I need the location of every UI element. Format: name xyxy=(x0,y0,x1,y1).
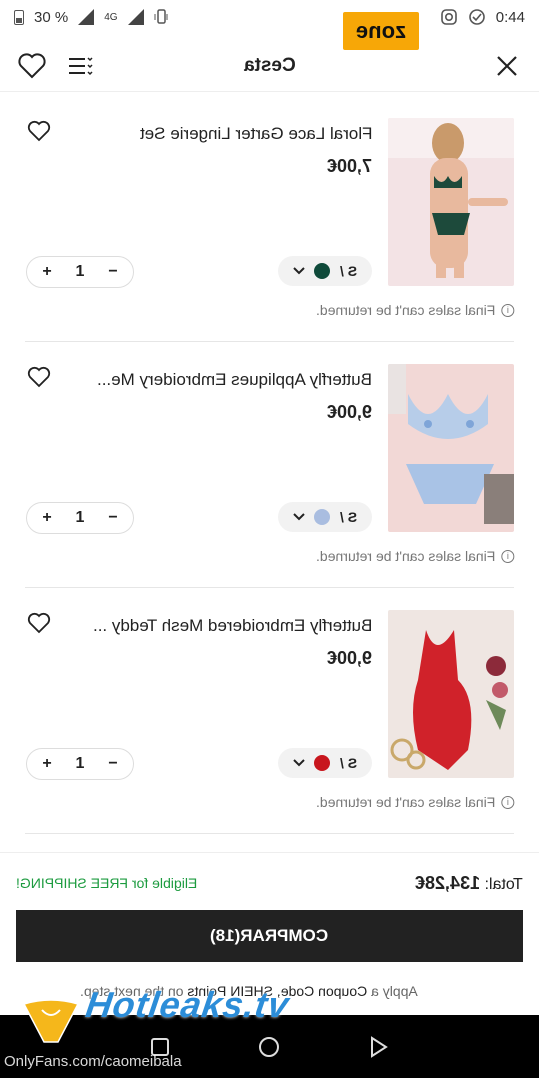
heart-icon[interactable] xyxy=(27,612,51,636)
final-sale-note: i Final sales can't be returned. xyxy=(316,548,514,564)
quantity-stepper[interactable]: + 1 − xyxy=(26,748,134,780)
color-swatch xyxy=(314,509,331,525)
minus-icon[interactable]: − xyxy=(101,755,125,773)
clock-time: 0:44 xyxy=(495,8,525,26)
final-sale-text: Final sales can't be returned. xyxy=(315,548,495,564)
quantity-stepper[interactable]: + 1 − xyxy=(26,502,134,534)
product-image[interactable] xyxy=(388,364,514,532)
home-icon[interactable] xyxy=(257,1035,281,1059)
plus-icon[interactable]: + xyxy=(35,755,59,773)
checkout-label: COMPRAR(18) xyxy=(210,926,329,945)
back-icon[interactable] xyxy=(366,1035,390,1059)
order-total: Total: 134,28€ xyxy=(415,873,523,894)
status-bar: 30 % 4G 0:44 xyxy=(0,0,539,34)
free-shipping-text: Eligible for FREE SHIPPING! xyxy=(16,875,198,891)
product-name[interactable]: Floral Lace Garter Lingerie Set xyxy=(140,124,372,144)
cart-item: Butterfly Appliques Embroidery Me... 9,0… xyxy=(25,342,514,588)
chevron-down-icon xyxy=(293,759,305,767)
signal-icon-2 xyxy=(127,9,144,25)
variant-selector[interactable]: S / xyxy=(278,256,372,286)
info-icon: i xyxy=(501,795,514,809)
product-image[interactable] xyxy=(388,118,514,286)
plus-icon[interactable]: + xyxy=(35,263,59,281)
final-sale-text: Final sales can't be returned. xyxy=(315,794,495,810)
filter-menu-icon[interactable] xyxy=(64,50,96,82)
final-sale-note: i Final sales can't be returned. xyxy=(316,794,514,810)
plus-icon[interactable]: + xyxy=(35,509,59,527)
page-title: Cesta xyxy=(243,54,296,76)
product-name[interactable]: Butterfly Embroidered Mesh Teddy ... xyxy=(93,616,372,636)
color-swatch xyxy=(314,263,331,279)
info-icon: i xyxy=(501,303,514,317)
close-icon[interactable] xyxy=(491,50,523,82)
minus-icon[interactable]: − xyxy=(101,263,125,281)
watermark-logo xyxy=(22,999,80,1043)
network-type: 4G xyxy=(104,11,118,23)
total-label: Total: xyxy=(484,876,523,893)
quantity-value: 1 xyxy=(75,263,85,280)
chevron-down-icon xyxy=(293,513,305,521)
size-label: S / xyxy=(340,755,358,771)
battery-level: 30 % xyxy=(34,8,69,26)
watermark-site: Hotleaks.tv xyxy=(83,984,293,1025)
instagram-icon xyxy=(440,9,457,25)
signal-icon xyxy=(78,9,95,25)
size-label: S / xyxy=(340,509,358,525)
heart-icon[interactable] xyxy=(27,120,51,144)
cart-item-list: Floral Lace Garter Lingerie Set 7,00€ S … xyxy=(11,96,528,852)
battery-icon xyxy=(14,9,24,25)
checkout-button[interactable]: COMPRAR(18) xyxy=(16,910,523,962)
product-name[interactable]: Butterfly Appliques Embroidery Me... xyxy=(97,370,372,390)
final-sale-text: Final sales can't be returned. xyxy=(315,302,495,318)
heart-icon[interactable] xyxy=(27,366,51,390)
total-value: 134,28€ xyxy=(415,873,481,893)
minus-icon[interactable]: − xyxy=(101,509,125,527)
final-sale-note: i Final sales can't be returned. xyxy=(316,302,514,318)
check-circle-icon xyxy=(468,9,485,25)
info-icon: i xyxy=(501,549,514,563)
color-swatch xyxy=(314,755,331,771)
quantity-value: 1 xyxy=(75,509,85,526)
variant-selector[interactable]: S / xyxy=(278,748,372,778)
product-image[interactable] xyxy=(388,610,514,778)
cart-item: Floral Lace Garter Lingerie Set 7,00€ S … xyxy=(25,96,514,342)
product-price: 9,00€ xyxy=(326,648,372,668)
variant-selector[interactable]: S / xyxy=(278,502,372,532)
product-price: 7,00€ xyxy=(326,156,372,176)
vibrate-icon xyxy=(154,9,168,24)
chevron-down-icon xyxy=(293,267,305,275)
watermark-account: OnlyFans.com/caomeibala xyxy=(4,1053,182,1070)
size-label: S / xyxy=(340,263,358,279)
quantity-value: 1 xyxy=(75,755,85,772)
cart-item: Butterfly Embroidered Mesh Teddy ... 9,0… xyxy=(25,588,514,834)
product-price: 9,00€ xyxy=(326,402,372,422)
quantity-stepper[interactable]: + 1 − xyxy=(26,256,134,288)
wishlist-heart-icon[interactable] xyxy=(16,50,48,82)
coupon-prefix: Apply a xyxy=(371,983,418,999)
cart-header: Cesta xyxy=(0,40,539,92)
